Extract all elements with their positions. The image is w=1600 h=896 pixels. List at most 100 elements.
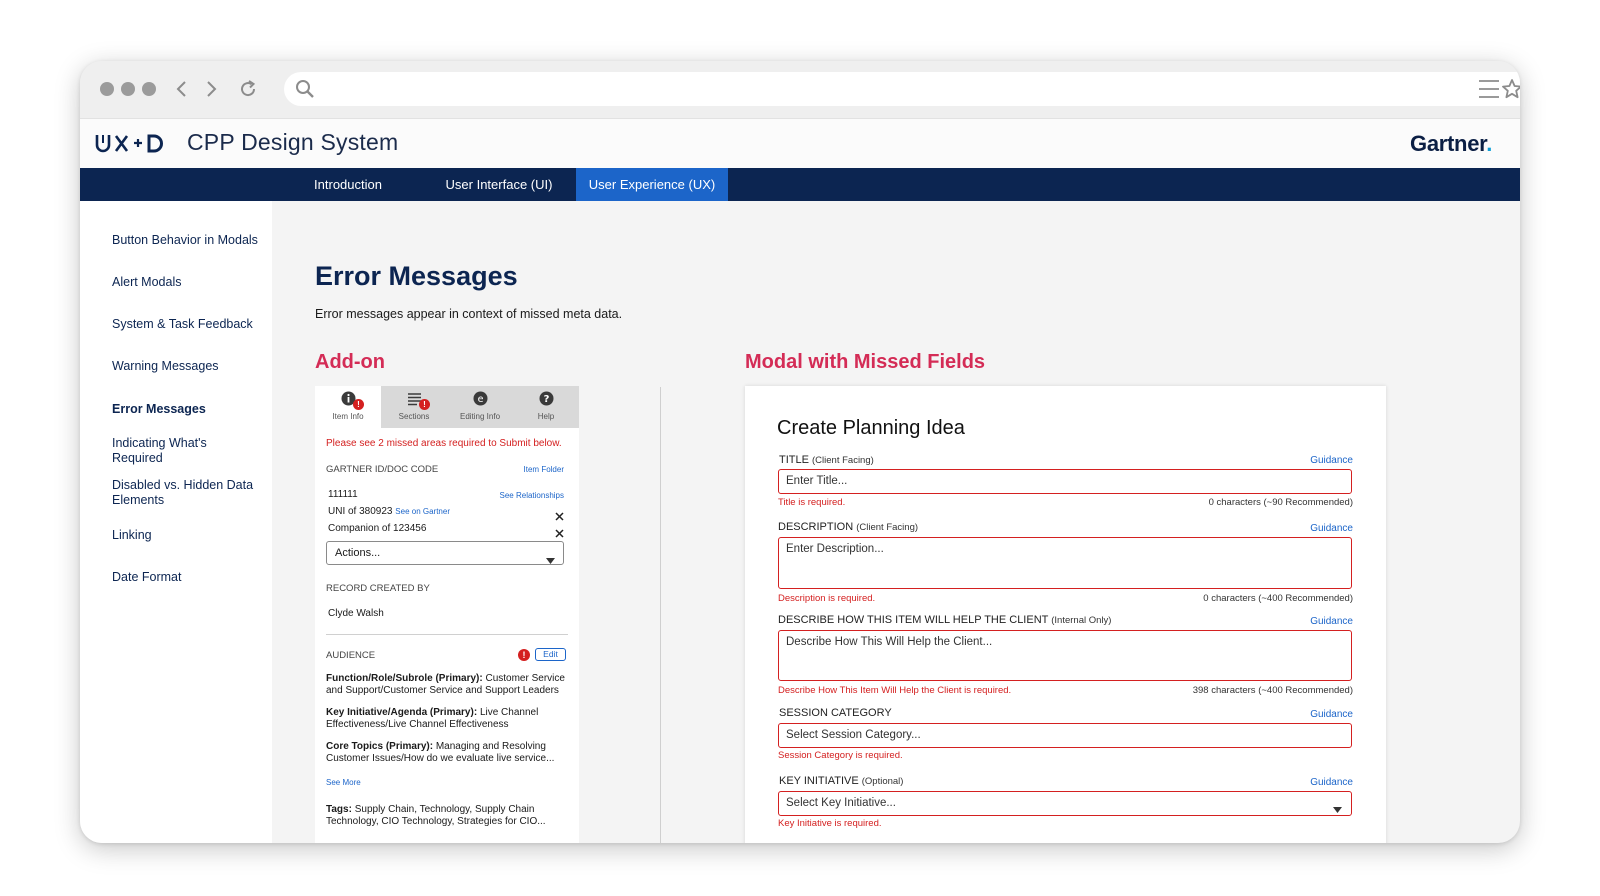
initiative-label: Key Initiative/Agenda (Primary):: [326, 707, 478, 718]
sections-error-badge: !: [419, 399, 430, 410]
window-minimize-dot[interactable]: [121, 82, 135, 96]
addon-tab-editing-info[interactable]: e Editing Info: [447, 386, 513, 428]
addon-tab-help[interactable]: ? Help: [513, 386, 579, 428]
uxd-logo[interactable]: [94, 129, 172, 157]
tab-user-interface[interactable]: User Interface (UI): [424, 168, 574, 201]
sidebar-item-indicating-required[interactable]: Indicating What's Required: [112, 436, 232, 466]
help-client-placeholder: Describe How This Will Help the Client..…: [786, 636, 993, 648]
sidebar-item-error-messages[interactable]: Error Messages: [112, 402, 267, 417]
sidebar-item-date-format[interactable]: Date Format: [112, 570, 267, 585]
svg-text:?: ?: [544, 394, 550, 405]
create-planning-idea-modal: Create Planning Idea TITLE (Client Facin…: [745, 386, 1386, 843]
forward-icon[interactable]: [197, 75, 225, 103]
top-nav: Introduction User Interface (UI) User Ex…: [80, 168, 1520, 201]
title-input[interactable]: Enter Title...: [778, 469, 1352, 494]
chevron-down-icon: [546, 551, 555, 564]
see-more-link[interactable]: See More: [326, 778, 361, 787]
help-client-guidance-link[interactable]: Guidance: [1310, 616, 1353, 627]
address-bar[interactable]: [284, 72, 1520, 106]
title-char-count: 0 characters (~90 Recommended): [1208, 497, 1353, 508]
description-error: Description is required.: [778, 593, 876, 604]
actions-select[interactable]: Actions...: [326, 541, 564, 565]
field-label-text: KEY INITIATIVE: [779, 775, 859, 787]
session-category-select[interactable]: Select Session Category...: [778, 723, 1352, 748]
record-created-value: Clyde Walsh: [328, 608, 384, 619]
gartner-id-value: 111111: [328, 489, 358, 500]
gartner-logo[interactable]: Gartner.: [1410, 131, 1492, 157]
companion-relationship: Companion of 123456: [328, 523, 427, 534]
hamburger-menu-icon[interactable]: [1478, 79, 1500, 99]
window-zoom-dot[interactable]: [142, 82, 156, 96]
item-folder-link[interactable]: Item Folder: [524, 465, 564, 474]
field-label-text: TITLE: [779, 454, 809, 466]
addon-tab-item-info[interactable]: ! Item Info: [315, 386, 381, 428]
sidebar-item-linking[interactable]: Linking: [112, 528, 267, 543]
remove-companion-icon[interactable]: [555, 525, 564, 538]
page-description: Error messages appear in context of miss…: [315, 307, 623, 321]
function-label: Function/Role/Subrole (Primary):: [326, 673, 483, 684]
record-created-label: RECORD CREATED BY: [326, 583, 430, 594]
help-client-char-count: 398 characters (~400 Recommended): [1192, 685, 1353, 696]
key-initiative-guidance-link[interactable]: Guidance: [1310, 777, 1353, 788]
tags-label: Tags:: [326, 804, 352, 815]
addon-tab-label: Sections: [398, 412, 430, 421]
description-placeholder: Enter Description...: [786, 543, 884, 555]
description-guidance-link[interactable]: Guidance: [1310, 523, 1353, 534]
tab-introduction[interactable]: Introduction: [276, 168, 420, 201]
sidebar: Button Behavior in Modals Alert Modals S…: [80, 201, 272, 843]
help-client-field-label: DESCRIBE HOW THIS ITEM WILL HELP THE CLI…: [778, 614, 1111, 626]
key-initiative-placeholder: Select Key Initiative...: [786, 797, 896, 809]
audience-initiative: Key Initiative/Agenda (Primary): Live Ch…: [326, 707, 566, 731]
key-initiative-error: Key Initiative is required.: [778, 818, 882, 829]
title-guidance-link[interactable]: Guidance: [1310, 455, 1353, 466]
core-topics-label: Core Topics (Primary):: [326, 741, 434, 752]
sidebar-item-button-behavior[interactable]: Button Behavior in Modals: [112, 233, 267, 248]
see-on-gartner-link[interactable]: See on Gartner: [395, 507, 450, 516]
audience-core-topics: Core Topics (Primary): Managing and Reso…: [326, 741, 566, 765]
search-icon: [294, 78, 316, 100]
see-relationships-link[interactable]: See Relationships: [500, 491, 564, 500]
sidebar-item-alert-modals[interactable]: Alert Modals: [112, 275, 267, 290]
help-client-error: Describe How This Item Will Help the Cli…: [778, 685, 1012, 696]
session-category-guidance-link[interactable]: Guidance: [1310, 709, 1353, 720]
item-info-error-badge: !: [353, 399, 364, 410]
page-title: Error Messages: [315, 261, 518, 291]
description-field-label: DESCRIPTION (Client Facing): [778, 521, 918, 533]
field-note: (Client Facing): [812, 455, 874, 466]
addon-divider: [326, 634, 568, 635]
browser-toolbar: [80, 61, 1520, 119]
sidebar-item-warning-messages[interactable]: Warning Messages: [112, 359, 267, 374]
addon-heading: Add-on: [315, 351, 385, 373]
bookmark-star-icon[interactable]: [1500, 77, 1520, 101]
section-divider: [660, 387, 661, 843]
description-char-count: 0 characters (~400 Recommended): [1203, 593, 1353, 604]
sidebar-item-disabled-hidden[interactable]: Disabled vs. Hidden Data Elements: [112, 478, 262, 508]
description-textarea[interactable]: Enter Description...: [778, 537, 1352, 589]
sidebar-item-system-feedback[interactable]: System & Task Feedback: [112, 317, 267, 332]
back-icon[interactable]: [168, 75, 196, 103]
actions-select-value: Actions...: [335, 547, 381, 559]
addon-tab-label: Editing Info: [459, 412, 501, 421]
addon-panel: ! Item Info ! Sections e Editing Info ? …: [315, 386, 579, 843]
uni-relationship: UNI of 380923 See on Gartner: [328, 506, 450, 517]
addon-tab-sections[interactable]: ! Sections: [381, 386, 447, 428]
help-client-textarea[interactable]: Describe How This Will Help the Client..…: [778, 630, 1352, 681]
svg-text:e: e: [478, 394, 484, 405]
reload-icon[interactable]: [234, 75, 262, 103]
key-initiative-select[interactable]: Select Key Initiative...: [778, 791, 1352, 816]
tags-value: Supply Chain, Technology, Supply Chain T…: [326, 804, 546, 827]
uni-text: UNI of 380923: [328, 506, 393, 517]
window-close-dot[interactable]: [100, 82, 114, 96]
field-note: (Client Facing): [856, 522, 919, 533]
tab-user-experience[interactable]: User Experience (UX): [576, 168, 728, 201]
modal-heading: Modal with Missed Fields: [745, 351, 986, 373]
audience-edit-button[interactable]: Edit: [535, 648, 566, 661]
session-category-field-label: SESSION CATEGORY: [779, 707, 892, 719]
gartner-id-label: GARTNER ID/DOC CODE: [326, 464, 439, 475]
audience-function: Function/Role/Subrole (Primary): Custome…: [326, 673, 566, 697]
browser-window: CPP Design System Gartner. Introduction …: [80, 61, 1520, 843]
main-content: Error Messages Error messages appear in …: [272, 201, 1520, 843]
field-label-text: DESCRIBE HOW THIS ITEM WILL HELP THE CLI…: [778, 614, 1049, 626]
remove-uni-icon[interactable]: [555, 508, 564, 521]
help-icon: ?: [539, 391, 554, 406]
